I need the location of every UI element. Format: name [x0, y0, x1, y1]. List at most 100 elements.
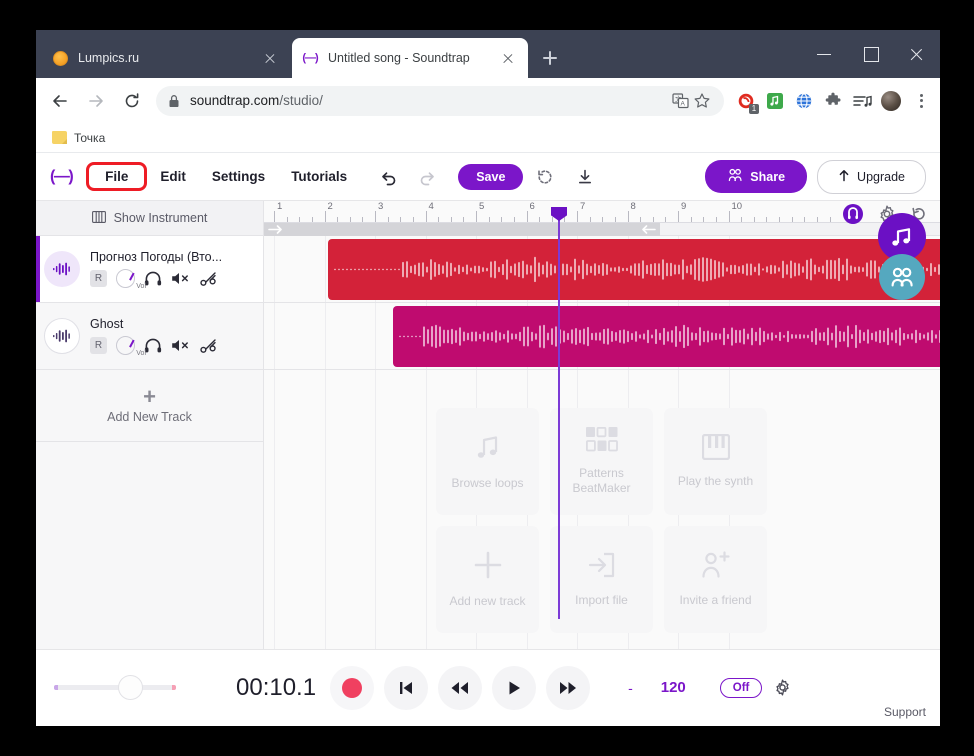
skip-to-start-icon: [400, 681, 413, 694]
card-import-file[interactable]: Import file: [550, 526, 653, 633]
tempo-signature[interactable]: -: [628, 680, 633, 696]
show-instrument-button[interactable]: Show Instrument: [36, 201, 263, 236]
timeline-ruler[interactable]: 1 2 3 4 5 6 7 8 9 10: [264, 201, 940, 223]
music-extension-icon[interactable]: [765, 91, 785, 111]
ruler-tick-minor: [488, 217, 490, 222]
playhead[interactable]: [551, 207, 567, 619]
slider-handle[interactable]: [118, 675, 143, 700]
ruler-tick-minor: [539, 217, 541, 222]
puzzle-extension-icon[interactable]: [823, 91, 843, 111]
back-arrow-icon[interactable]: [44, 85, 76, 117]
menu-edit[interactable]: Edit: [147, 162, 199, 191]
close-icon[interactable]: [498, 48, 518, 68]
person-plus-icon: [701, 551, 731, 584]
new-tab-button[interactable]: [536, 44, 564, 72]
ruler-tick-minor: [387, 217, 389, 222]
forward-arrow-icon[interactable]: [80, 85, 112, 117]
ruler-tick-minor: [463, 217, 465, 222]
avatar[interactable]: [881, 90, 901, 111]
menu-file[interactable]: File: [86, 162, 148, 191]
tab-lumpics[interactable]: Lumpics.ru: [42, 38, 290, 78]
loop-bar[interactable]: [264, 223, 940, 236]
tab-soundtrap[interactable]: (—) Untitled song - Soundtrap: [292, 38, 528, 78]
play-button[interactable]: [492, 665, 537, 710]
metronome-toggle[interactable]: Off: [719, 677, 763, 698]
loop-region[interactable]: [264, 223, 660, 236]
mute-icon[interactable]: [171, 338, 191, 353]
menu-tutorials[interactable]: Tutorials: [278, 162, 360, 191]
redo-icon[interactable]: [414, 163, 442, 191]
ruler-tick-minor: [816, 217, 818, 222]
volume-knob[interactable]: Vol: [116, 269, 146, 290]
globe-extension-icon[interactable]: [794, 91, 814, 111]
minimize-icon[interactable]: [802, 30, 848, 78]
card-patterns-beatmaker[interactable]: Patterns BeatMaker: [550, 408, 653, 515]
maximize-icon[interactable]: [848, 30, 894, 78]
effects-icon[interactable]: [200, 271, 218, 287]
quick-action-cards: Browse loops Patterns BeatMaker Play the…: [436, 408, 767, 633]
track-name: Прогноз Погоды (Вто...: [90, 250, 223, 264]
bookmark-tochka[interactable]: Точка: [46, 129, 111, 147]
ruler-tick-minor: [589, 217, 591, 222]
instrument-grid-icon: [91, 210, 106, 226]
effects-icon[interactable]: [200, 338, 218, 354]
volume-knob[interactable]: Vol: [116, 336, 146, 357]
search-input[interactable]: soundtrap.com/studio/ 文A: [156, 85, 724, 116]
playlist-icon[interactable]: [852, 91, 872, 111]
ruler-label: 8: [630, 201, 636, 212]
card-browse-loops[interactable]: Browse loops: [436, 408, 539, 515]
ruler-tick-minor: [513, 217, 515, 222]
extension-badge: 1: [749, 103, 759, 114]
collaborate-icon[interactable]: [879, 254, 925, 300]
share-button[interactable]: Share: [705, 160, 808, 193]
upgrade-button[interactable]: Upgrade: [817, 159, 926, 194]
audio-clip[interactable]: [393, 306, 940, 367]
waveform-icon: [44, 318, 80, 354]
card-play-the-synth[interactable]: Play the synth: [664, 408, 767, 515]
headphones-icon[interactable]: [144, 271, 162, 286]
undo-icon[interactable]: [374, 163, 402, 191]
record-button[interactable]: [330, 665, 375, 710]
soundtrap-logo[interactable]: (—): [50, 168, 74, 186]
menu-settings[interactable]: Settings: [199, 162, 278, 191]
adblock-icon[interactable]: 1: [736, 91, 759, 114]
card-add-new-track[interactable]: Add new track: [436, 526, 539, 633]
gear-icon[interactable]: [774, 679, 791, 696]
play-icon: [509, 681, 521, 694]
reload-icon[interactable]: [116, 85, 148, 117]
support-link[interactable]: Support: [884, 705, 926, 719]
skip-to-start-button[interactable]: [384, 665, 429, 710]
ruler-tick-minor: [337, 217, 339, 222]
plus-icon: +: [143, 383, 156, 409]
address-bar: soundtrap.com/studio/ 文A 1: [36, 78, 940, 123]
ruler-tick-minor: [311, 217, 313, 222]
download-icon[interactable]: [571, 163, 599, 191]
revert-icon[interactable]: [531, 163, 559, 191]
translate-icon[interactable]: 文A: [670, 91, 690, 111]
track-info: Прогноз Погоды (Вто... R Vol: [90, 250, 255, 290]
track-row[interactable]: Прогноз Погоды (Вто... R Vol: [36, 236, 263, 303]
audio-clip[interactable]: [328, 239, 940, 300]
headphones-icon[interactable]: [144, 338, 162, 353]
ruler-tick: [476, 211, 477, 222]
mute-icon[interactable]: [171, 271, 191, 286]
bookmark-star-icon[interactable]: [692, 91, 712, 111]
bpm-value[interactable]: 120: [661, 679, 686, 696]
add-new-track-button[interactable]: + Add New Track: [36, 370, 263, 442]
fast-forward-button[interactable]: [546, 665, 591, 710]
clip-lane[interactable]: [264, 303, 940, 370]
instrument-icon[interactable]: [842, 203, 864, 225]
clip-lane[interactable]: [264, 236, 940, 303]
track-row[interactable]: Ghost R Vol: [36, 303, 263, 370]
close-icon[interactable]: [894, 30, 940, 78]
rewind-button[interactable]: [438, 665, 483, 710]
close-icon[interactable]: [260, 48, 280, 68]
master-volume-slider[interactable]: [54, 673, 176, 703]
kebab-menu-icon[interactable]: [910, 90, 932, 112]
record-arm-button[interactable]: R: [90, 337, 107, 354]
rewind-icon: [451, 681, 469, 694]
record-arm-button[interactable]: R: [90, 270, 107, 287]
card-invite-a-friend[interactable]: Invite a friend: [664, 526, 767, 633]
ruler-label: 2: [327, 201, 333, 212]
save-button[interactable]: Save: [458, 163, 524, 190]
